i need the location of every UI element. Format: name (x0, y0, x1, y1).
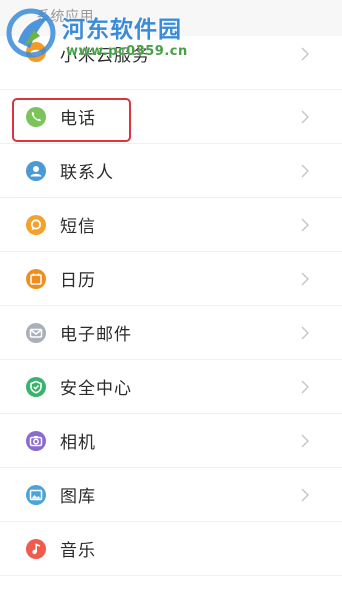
list-item-label: 图库 (60, 487, 96, 507)
list-item-label: 电子邮件 (60, 325, 132, 345)
chevron-right-icon (301, 218, 309, 232)
list-item-email[interactable]: 电子邮件 (0, 306, 342, 360)
list-item-label: 联系人 (60, 163, 114, 183)
email-icon (26, 323, 46, 343)
list-item-label: 短信 (60, 217, 96, 237)
list-item-camera[interactable]: 相机 (0, 414, 342, 468)
chevron-right-icon (301, 47, 309, 61)
cloud-icon (26, 42, 46, 62)
chevron-right-icon (301, 380, 309, 394)
gallery-icon (26, 485, 46, 505)
camera-icon (26, 431, 46, 451)
calendar-icon (26, 269, 46, 289)
music-icon (26, 539, 46, 559)
section-title: 系统应用 (36, 9, 94, 25)
chevron-right-icon (301, 164, 309, 178)
highlight-box (12, 98, 131, 142)
message-icon (26, 215, 46, 235)
list-item-label: 相机 (60, 433, 96, 453)
list-item-sms[interactable]: 短信 (0, 198, 342, 252)
list-item-label: 音乐 (60, 541, 96, 561)
list-item-label: 日历 (60, 271, 96, 291)
section-header: 系统应用 (0, 0, 342, 36)
chevron-right-icon (301, 434, 309, 448)
chevron-right-icon (301, 326, 309, 340)
list-item-mi-cloud[interactable]: 小米云服务 (0, 36, 342, 90)
chevron-right-icon (301, 110, 309, 124)
contacts-icon (26, 161, 46, 181)
list-item-label: 小米云服务 (60, 46, 150, 66)
list-item-gallery[interactable]: 图库 (0, 468, 342, 522)
list-item-label: 安全中心 (60, 379, 132, 399)
list-item-music[interactable]: 音乐 (0, 522, 342, 576)
chevron-right-icon (301, 488, 309, 502)
security-shield-icon (26, 377, 46, 397)
chevron-right-icon (301, 272, 309, 286)
list-item-calendar[interactable]: 日历 (0, 252, 342, 306)
list-item-contacts[interactable]: 联系人 (0, 144, 342, 198)
list-item-security-center[interactable]: 安全中心 (0, 360, 342, 414)
